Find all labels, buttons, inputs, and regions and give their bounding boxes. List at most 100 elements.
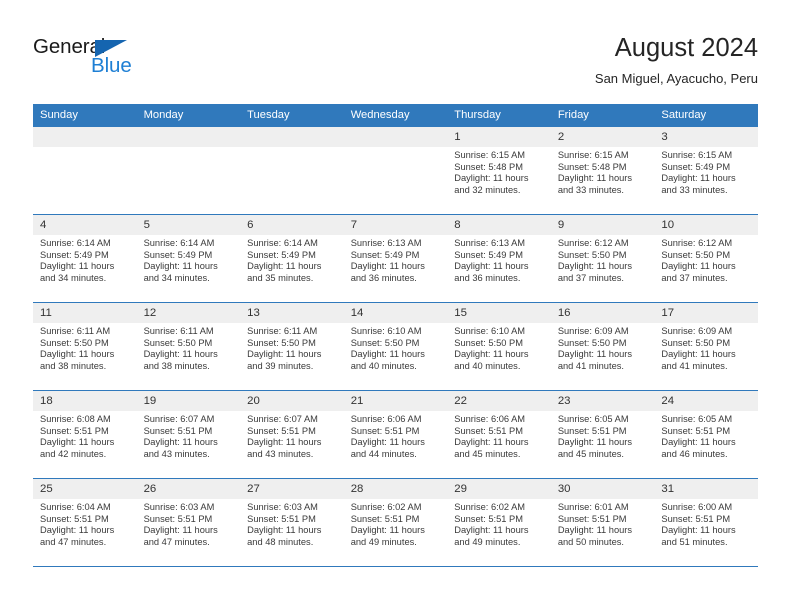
day-details: Sunrise: 6:14 AM Sunset: 5:49 PM Daylight:… — [137, 235, 241, 284]
calendar-day-cell[interactable]: 3 Sunrise: 6:15 AM Sunset: 5:49 PM Daylight… — [654, 126, 758, 215]
calendar-day-cell[interactable]: 7 Sunrise: 6:13 AM Sunset: 5:49 PM Daylight… — [343, 214, 448, 303]
day-number — [343, 127, 448, 147]
calendar-day-cell[interactable]: 6 Sunrise: 6:14 AM Sunset: 5:49 PM Daylight… — [240, 214, 344, 303]
daylight-text: Daylight: 11 hours and 49 minutes. — [350, 525, 425, 547]
sunrise-text: Sunrise: 6:10 AM — [454, 326, 526, 336]
calendar-day-cell[interactable]: 17 Sunrise: 6:09 AM Sunset: 5:50 PM Dayligh… — [654, 302, 758, 391]
day-number: 5 — [136, 215, 241, 235]
day-details: Sunrise: 6:13 AM Sunset: 5:49 PM Daylight:… — [344, 235, 448, 284]
sunset-text: Sunset: 5:50 PM — [40, 337, 109, 348]
daylight-text: Daylight: 11 hours and 38 minutes. — [40, 349, 115, 371]
daylight-text: Daylight: 11 hours and 39 minutes. — [247, 349, 322, 371]
calendar-day-cell[interactable]: 14 Sunrise: 6:10 AM Sunset: 5:50 PM Dayligh… — [343, 302, 448, 391]
sunset-text: Sunset: 5:51 PM — [557, 513, 627, 524]
daylight-text: Daylight: 11 hours and 40 minutes. — [350, 349, 425, 371]
calendar-day-cell[interactable]: 25 Sunrise: 6:04 AM Sunset: 5:51 PM Dayligh… — [33, 478, 137, 567]
sunrise-text: Sunrise: 6:11 AM — [143, 326, 214, 336]
sunrise-text: Sunrise: 6:15 AM — [454, 150, 526, 160]
sunrise-text: Sunrise: 6:11 AM — [247, 326, 318, 336]
daylight-text: Daylight: 11 hours and 37 minutes. — [661, 261, 736, 283]
day-details: Sunrise: 6:11 AM Sunset: 5:50 PM Daylight:… — [33, 323, 137, 372]
day-number: 29 — [447, 479, 551, 499]
calendar-day-cell[interactable]: 13 Sunrise: 6:11 AM Sunset: 5:50 PM Dayligh… — [240, 302, 344, 391]
sunset-text: Sunset: 5:50 PM — [454, 337, 523, 348]
calendar-day-cell[interactable]: 29 Sunrise: 6:02 AM Sunset: 5:51 PM Dayligh… — [447, 478, 551, 567]
daylight-text: Daylight: 11 hours and 33 minutes. — [557, 173, 633, 195]
calendar-day-cell[interactable]: 23 Sunrise: 6:05 AM Sunset: 5:51 PM Dayligh… — [550, 390, 655, 479]
daylight-text: Daylight: 11 hours and 36 minutes. — [350, 261, 425, 283]
day-number: 23 — [550, 391, 655, 411]
day-number: 25 — [33, 479, 137, 499]
day-details: Sunrise: 6:12 AM Sunset: 5:50 PM Daylight:… — [654, 235, 758, 284]
day-details: Sunrise: 6:14 AM Sunset: 5:49 PM Daylight:… — [240, 235, 344, 284]
calendar-day-cell[interactable]: 1 Sunrise: 6:15 AM Sunset: 5:48 PM Daylight… — [447, 126, 551, 215]
calendar-day-cell[interactable]: 27 Sunrise: 6:03 AM Sunset: 5:51 PM Dayligh… — [240, 478, 344, 567]
day-number: 16 — [550, 303, 655, 323]
day-number: 21 — [343, 391, 448, 411]
sunrise-text: Sunrise: 6:08 AM — [40, 414, 111, 424]
calendar-day-cell[interactable]: 8 Sunrise: 6:13 AM Sunset: 5:49 PM Daylight… — [447, 214, 551, 303]
daylight-text: Daylight: 11 hours and 45 minutes. — [557, 437, 633, 459]
calendar-day-cell[interactable]: 9 Sunrise: 6:12 AM Sunset: 5:50 PM Daylight… — [550, 214, 655, 303]
sunrise-text: Sunrise: 6:13 AM — [350, 238, 422, 248]
day-details: Sunrise: 6:06 AM Sunset: 5:51 PM Daylight:… — [344, 411, 448, 460]
sunset-text: Sunset: 5:50 PM — [557, 337, 627, 348]
calendar-day-cell[interactable]: 18 Sunrise: 6:08 AM Sunset: 5:51 PM Dayligh… — [33, 390, 137, 479]
sunrise-text: Sunrise: 6:12 AM — [661, 238, 733, 248]
calendar-day-cell[interactable]: 20 Sunrise: 6:07 AM Sunset: 5:51 PM Dayligh… — [240, 390, 344, 479]
weekday-header-friday: Friday — [550, 104, 655, 127]
daylight-text: Daylight: 11 hours and 45 minutes. — [454, 437, 529, 459]
logo-text-blue: Blue — [91, 54, 132, 77]
day-details: Sunrise: 6:03 AM Sunset: 5:51 PM Daylight:… — [240, 499, 344, 548]
day-number: 4 — [33, 215, 137, 235]
calendar-day-cell[interactable]: 22 Sunrise: 6:06 AM Sunset: 5:51 PM Dayligh… — [447, 390, 551, 479]
calendar-day-cell-empty — [240, 126, 344, 215]
sunset-text: Sunset: 5:51 PM — [247, 513, 316, 524]
sunrise-text: Sunrise: 6:05 AM — [557, 414, 629, 424]
weekday-header-sunday: Sunday — [33, 104, 137, 127]
calendar-day-cell[interactable]: 11 Sunrise: 6:11 AM Sunset: 5:50 PM Dayligh… — [33, 302, 137, 391]
sunrise-text: Sunrise: 6:15 AM — [661, 150, 733, 160]
sunrise-text: Sunrise: 6:14 AM — [143, 238, 215, 248]
sunrise-text: Sunrise: 6:06 AM — [350, 414, 422, 424]
day-number: 18 — [33, 391, 137, 411]
calendar-day-cell[interactable]: 21 Sunrise: 6:06 AM Sunset: 5:51 PM Dayligh… — [343, 390, 448, 479]
sunset-text: Sunset: 5:49 PM — [247, 249, 316, 260]
daylight-text: Daylight: 11 hours and 41 minutes. — [557, 349, 633, 371]
sunset-text: Sunset: 5:51 PM — [350, 513, 420, 524]
day-number — [33, 127, 137, 147]
calendar-day-cell[interactable]: 10 Sunrise: 6:12 AM Sunset: 5:50 PM Dayligh… — [654, 214, 758, 303]
day-details: Sunrise: 6:07 AM Sunset: 5:51 PM Daylight:… — [240, 411, 344, 460]
calendar-day-cell[interactable]: 16 Sunrise: 6:09 AM Sunset: 5:50 PM Dayligh… — [550, 302, 655, 391]
sunset-text: Sunset: 5:51 PM — [661, 425, 731, 436]
sunrise-text: Sunrise: 6:12 AM — [557, 238, 629, 248]
calendar-week-row: 18 Sunrise: 6:08 AM Sunset: 5:51 PM Dayligh… — [33, 390, 758, 479]
daylight-text: Daylight: 11 hours and 49 minutes. — [454, 525, 529, 547]
calendar-day-cell[interactable]: 12 Sunrise: 6:11 AM Sunset: 5:50 PM Dayligh… — [136, 302, 241, 391]
calendar-day-cell[interactable]: 15 Sunrise: 6:10 AM Sunset: 5:50 PM Dayligh… — [447, 302, 551, 391]
daylight-text: Daylight: 11 hours and 35 minutes. — [247, 261, 322, 283]
weekday-header-row: Sunday Monday Tuesday Wednesday Thursday… — [33, 104, 758, 127]
day-number: 2 — [550, 127, 655, 147]
day-details: Sunrise: 6:06 AM Sunset: 5:51 PM Daylight:… — [447, 411, 551, 460]
day-details: Sunrise: 6:12 AM Sunset: 5:50 PM Daylight:… — [551, 235, 655, 284]
daylight-text: Daylight: 11 hours and 47 minutes. — [143, 525, 218, 547]
calendar-body: 1 Sunrise: 6:15 AM Sunset: 5:48 PM Daylight… — [33, 126, 758, 567]
sunset-text: Sunset: 5:51 PM — [40, 513, 109, 524]
calendar-day-cell[interactable]: 31 Sunrise: 6:00 AM Sunset: 5:51 PM Dayligh… — [654, 478, 758, 567]
daylight-text: Daylight: 11 hours and 42 minutes. — [40, 437, 115, 459]
calendar-day-cell[interactable]: 26 Sunrise: 6:03 AM Sunset: 5:51 PM Dayligh… — [136, 478, 241, 567]
daylight-text: Daylight: 11 hours and 50 minutes. — [557, 525, 633, 547]
calendar-day-cell[interactable]: 28 Sunrise: 6:02 AM Sunset: 5:51 PM Dayligh… — [343, 478, 448, 567]
calendar-day-cell[interactable]: 2 Sunrise: 6:15 AM Sunset: 5:48 PM Daylight… — [550, 126, 655, 215]
sunset-text: Sunset: 5:51 PM — [247, 425, 316, 436]
calendar-day-cell[interactable]: 5 Sunrise: 6:14 AM Sunset: 5:49 PM Daylight… — [136, 214, 241, 303]
daylight-text: Daylight: 11 hours and 33 minutes. — [661, 173, 736, 195]
calendar-day-cell[interactable]: 19 Sunrise: 6:07 AM Sunset: 5:51 PM Dayligh… — [136, 390, 241, 479]
sunrise-text: Sunrise: 6:14 AM — [247, 238, 318, 248]
general-blue-logo[interactable]: General Blue — [33, 36, 173, 82]
calendar-day-cell[interactable]: 4 Sunrise: 6:14 AM Sunset: 5:49 PM Daylight… — [33, 214, 137, 303]
day-number: 27 — [240, 479, 344, 499]
calendar-day-cell[interactable]: 24 Sunrise: 6:05 AM Sunset: 5:51 PM Dayligh… — [654, 390, 758, 479]
calendar-day-cell[interactable]: 30 Sunrise: 6:01 AM Sunset: 5:51 PM Dayligh… — [550, 478, 655, 567]
